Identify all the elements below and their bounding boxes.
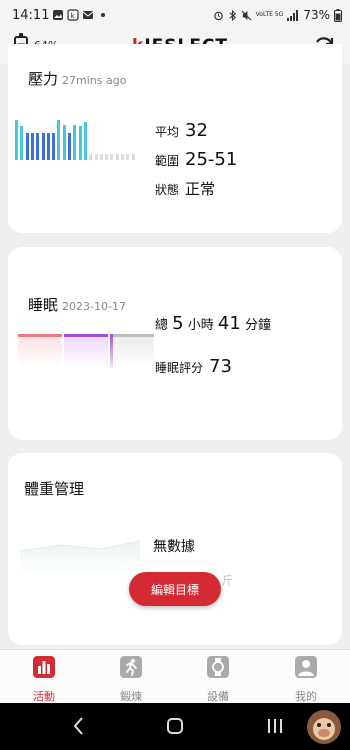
sleep-score-label: 睡眠評分 bbox=[155, 361, 204, 375]
stress-bar bbox=[126, 154, 130, 160]
status-time: 14:11 bbox=[12, 8, 50, 23]
watch-icon bbox=[207, 656, 229, 678]
stress-bar bbox=[110, 154, 114, 160]
sleep-total: 總 5 小時 41 分鐘 bbox=[155, 313, 271, 334]
sleep-score-row: 睡眠評分 73 bbox=[155, 356, 232, 377]
nav-device-label: 設備 bbox=[207, 690, 229, 703]
nav-activity-label: 活動 bbox=[33, 690, 55, 703]
stress-state-row: 狀態 正常 bbox=[155, 178, 215, 199]
sleep-title: 睡眠 bbox=[28, 296, 59, 314]
sleep-hours-unit: 小時 bbox=[187, 318, 214, 333]
stress-bar bbox=[105, 154, 109, 160]
alarm-icon bbox=[213, 11, 223, 20]
stress-header: 壓力 27mins ago bbox=[28, 68, 126, 89]
stress-bar bbox=[30, 133, 34, 160]
signal-icon bbox=[287, 9, 299, 21]
edit-goal-button[interactable]: 編輯目標 bbox=[129, 572, 221, 606]
bluetooth-icon bbox=[229, 9, 236, 21]
running-icon bbox=[120, 656, 142, 678]
back-icon[interactable] bbox=[72, 716, 86, 736]
stress-bar bbox=[99, 154, 103, 160]
weight-placeholder-chart bbox=[20, 540, 141, 575]
sleep-stage-divider bbox=[110, 334, 113, 368]
stress-bar bbox=[78, 126, 82, 160]
stress-bar bbox=[57, 120, 61, 160]
stress-avg-value: 32 bbox=[185, 120, 208, 141]
stress-bar bbox=[89, 154, 93, 160]
stress-bar bbox=[121, 154, 124, 160]
sleep-hours: 5 bbox=[172, 313, 184, 334]
stress-bar bbox=[15, 120, 18, 160]
activity-chart-icon bbox=[33, 656, 55, 678]
home-icon[interactable] bbox=[166, 716, 184, 736]
stress-bar bbox=[62, 125, 66, 160]
gallery-icon bbox=[53, 10, 63, 20]
svg-text:k: k bbox=[71, 12, 76, 20]
sleep-stage-awake bbox=[110, 334, 154, 368]
stress-bar bbox=[46, 133, 50, 160]
stress-title: 壓力 bbox=[28, 70, 59, 88]
stress-bar bbox=[94, 154, 98, 160]
stress-updated: 27mins ago bbox=[62, 74, 127, 87]
weight-unit-label: 斤 bbox=[222, 574, 233, 587]
sleep-date: 2023-10-17 bbox=[62, 300, 126, 313]
nav-workout-label: 鍛煉 bbox=[120, 690, 142, 703]
mail-icon bbox=[82, 11, 94, 19]
recents-icon[interactable] bbox=[266, 716, 284, 736]
system-nav-bar bbox=[0, 703, 350, 750]
sleep-total-prefix: 總 bbox=[155, 318, 169, 333]
stress-bar bbox=[68, 133, 71, 160]
stress-bar bbox=[83, 122, 87, 160]
stress-avg-row: 平均 32 bbox=[155, 120, 208, 141]
sleep-minutes-unit: 分鐘 bbox=[244, 318, 271, 333]
nav-activity[interactable]: 活動 bbox=[14, 656, 74, 704]
stress-bar bbox=[115, 154, 119, 160]
stress-range-label: 範圍 bbox=[155, 154, 180, 168]
sleep-header: 睡眠 2023-10-17 bbox=[28, 294, 126, 315]
phone-battery-icon bbox=[334, 8, 342, 22]
stress-bar bbox=[25, 133, 29, 160]
sleep-stage-light bbox=[18, 334, 62, 368]
stress-bar bbox=[131, 154, 135, 160]
bottom-nav: 活動 鍛煉 設備 我的 bbox=[0, 649, 350, 703]
stress-bar-chart bbox=[15, 112, 140, 160]
phone-battery-percent: 73% bbox=[303, 8, 330, 22]
kieslect-notification-icon: k bbox=[67, 9, 79, 21]
sleep-score-value: 73 bbox=[209, 356, 232, 377]
status-right: VoLTE 5G 73% bbox=[213, 8, 342, 22]
stress-state-value: 正常 bbox=[185, 180, 216, 198]
dot-icon bbox=[101, 13, 105, 17]
network-label: VoLTE 5G bbox=[255, 11, 284, 18]
nav-workout[interactable]: 鍛煉 bbox=[101, 656, 161, 704]
stress-range-row: 範圍 25-51 bbox=[155, 149, 237, 170]
profile-icon bbox=[295, 656, 317, 678]
stress-bar bbox=[73, 125, 77, 160]
sleep-minutes: 41 bbox=[217, 313, 241, 334]
nav-profile[interactable]: 我的 bbox=[276, 656, 336, 704]
mute-icon bbox=[241, 10, 252, 20]
nav-device[interactable]: 設備 bbox=[188, 656, 248, 704]
nav-profile-label: 我的 bbox=[295, 690, 317, 703]
stress-bar bbox=[41, 133, 45, 160]
stress-bar bbox=[52, 133, 56, 160]
stress-bar bbox=[36, 133, 40, 160]
stress-state-label: 狀態 bbox=[155, 183, 180, 197]
stress-bar bbox=[20, 126, 24, 160]
watermark-mascot-icon bbox=[307, 710, 341, 744]
weight-title: 體重管理 bbox=[24, 480, 85, 498]
stress-range-value: 25-51 bbox=[185, 149, 238, 170]
sleep-stage-deep bbox=[64, 334, 108, 368]
status-bar: 14:11 k VoLTE 5G 73% bbox=[0, 0, 350, 30]
stress-avg-label: 平均 bbox=[155, 125, 180, 139]
weight-no-data: 無數據 bbox=[153, 539, 195, 555]
